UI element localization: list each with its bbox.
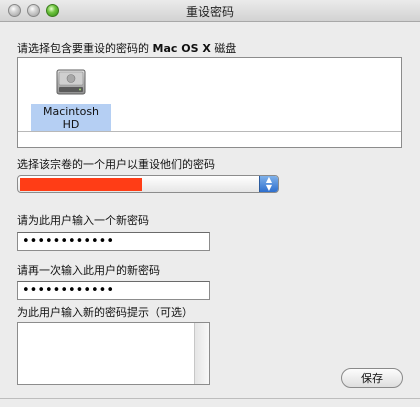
disk-item-macintosh-hd[interactable]: Macintosh HD: [31, 68, 111, 132]
confirm-password-field[interactable]: [17, 281, 210, 300]
disk-list[interactable]: Macintosh HD: [17, 57, 402, 148]
hard-drive-icon: [55, 68, 87, 98]
redacted-user-name: [20, 178, 142, 191]
user-prompt: 选择该宗卷的一个用户以重设他们的密码: [17, 158, 215, 171]
new-password-label: 请为此用户输入一个新密码: [17, 214, 149, 227]
save-button[interactable]: 保存: [341, 368, 403, 388]
hint-scrollbar[interactable]: [194, 323, 209, 384]
new-password-field[interactable]: [17, 232, 210, 251]
window-title: 重设密码: [185, 5, 234, 19]
confirm-password-label: 请再一次输入此用户的新密码: [17, 264, 160, 277]
disk-prompt-os: Mac OS X: [152, 42, 211, 55]
password-hint-box: [17, 322, 210, 388]
disk-prompt-suffix: 磁盘: [214, 42, 237, 55]
disk-prompt: 请选择包含要重设的密码的 Mac OS X 磁盘: [17, 40, 236, 56]
disk-label: Macintosh HD: [31, 104, 111, 132]
reset-password-window: 重设密码 请选择包含要重设的密码的 Mac OS X 磁盘 Macintosh …: [0, 0, 420, 407]
password-hint-input[interactable]: [18, 323, 198, 388]
popup-arrows-icon: ▲ ▼: [259, 176, 278, 192]
bottom-divider: [0, 398, 420, 399]
password-hint-label: 为此用户输入新的密码提示（可选）: [17, 306, 193, 319]
disk-list-divider: [18, 131, 401, 132]
user-popup[interactable]: ▲ ▼: [17, 175, 279, 193]
title-bar: 重设密码: [0, 0, 420, 22]
disk-prompt-prefix: 请选择包含要重设的密码的: [17, 42, 149, 55]
